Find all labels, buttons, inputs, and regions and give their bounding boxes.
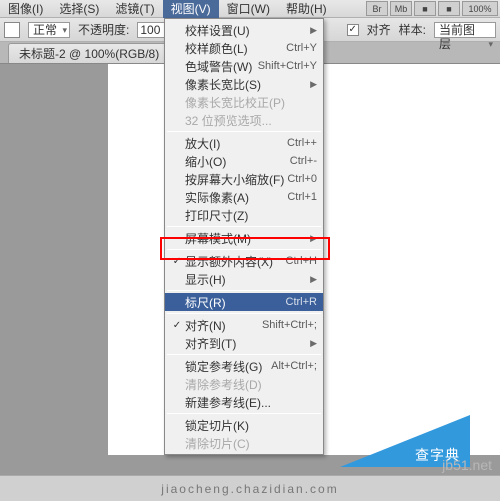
bridge-icon[interactable]: Br	[366, 1, 388, 16]
menu-item[interactable]: 色域警告(W)Shift+Ctrl+Y	[165, 57, 323, 75]
footer: jiaocheng.chazidian.com	[0, 475, 500, 501]
menu-filter[interactable]: 滤镜(T)	[107, 0, 162, 18]
minibridge-icon[interactable]: Mb	[390, 1, 412, 16]
menu-view[interactable]: 视图(V)	[163, 0, 219, 18]
menu-item: 像素长宽比校正(P)	[165, 93, 323, 111]
menu-item[interactable]: 校样设置(U)▶	[165, 21, 323, 39]
menu-window[interactable]: 窗口(W)	[219, 0, 278, 18]
opacity-label: 不透明度:	[78, 21, 129, 38]
document-tab[interactable]: 未标题-2 @ 100%(RGB/8) ×	[8, 43, 183, 63]
menu-item[interactable]: 实际像素(A)Ctrl+1	[165, 188, 323, 206]
tab-title: 未标题-2 @ 100%(RGB/8)	[19, 45, 159, 62]
menu-item[interactable]: 锁定参考线(G)Alt+Ctrl+;	[165, 357, 323, 375]
menu-select[interactable]: 选择(S)	[51, 0, 107, 18]
menu-item[interactable]: 对齐到(T)▶	[165, 334, 323, 352]
menu-item[interactable]: 显示(H)▶	[165, 270, 323, 288]
menu-item: 32 位预览选项...	[165, 111, 323, 129]
sample-label: 样本:	[399, 21, 426, 38]
menu-item[interactable]: 缩小(O)Ctrl+-	[165, 152, 323, 170]
align-label: 对齐	[367, 21, 391, 38]
menu-item: 清除切片(C)	[165, 434, 323, 452]
menu-item[interactable]: 新建参考线(E)...	[165, 393, 323, 411]
menu-item[interactable]: 按屏幕大小缩放(F)Ctrl+0	[165, 170, 323, 188]
mode-select[interactable]: 正常	[28, 22, 70, 38]
zoom-display[interactable]: 100%	[462, 1, 498, 16]
menu-item[interactable]: 像素长宽比(S)▶	[165, 75, 323, 93]
menu-item[interactable]: 打印尺寸(Z)	[165, 206, 323, 224]
menu-help[interactable]: 帮助(H)	[278, 0, 335, 18]
menu-item[interactable]: 标尺(R)Ctrl+R	[165, 293, 323, 311]
menu-item: 清除参考线(D)	[165, 375, 323, 393]
screenmode-icon[interactable]: ■	[414, 1, 436, 16]
arrange-icon[interactable]: ■	[438, 1, 460, 16]
menu-image[interactable]: 图像(I)	[0, 0, 51, 18]
sample-select[interactable]: 当前图层	[434, 22, 496, 38]
menubar: 图像(I) 选择(S) 滤镜(T) 视图(V) 窗口(W) 帮助(H) Br M…	[0, 0, 500, 18]
menu-item[interactable]: 校样颜色(L)Ctrl+Y	[165, 39, 323, 57]
menu-item[interactable]: ✓显示额外内容(X)Ctrl+H	[165, 252, 323, 270]
align-checkbox[interactable]: ✓	[347, 24, 359, 36]
menu-item[interactable]: 放大(I)Ctrl++	[165, 134, 323, 152]
watermark: jb51.net	[442, 457, 492, 473]
menu-item[interactable]: 屏幕模式(M)▶	[165, 229, 323, 247]
menu-item[interactable]: ✓对齐(N)Shift+Ctrl+;	[165, 316, 323, 334]
view-menu-dropdown: 校样设置(U)▶校样颜色(L)Ctrl+Y色域警告(W)Shift+Ctrl+Y…	[164, 18, 324, 455]
tool-swatch[interactable]	[4, 22, 20, 38]
menu-item[interactable]: 锁定切片(K)	[165, 416, 323, 434]
